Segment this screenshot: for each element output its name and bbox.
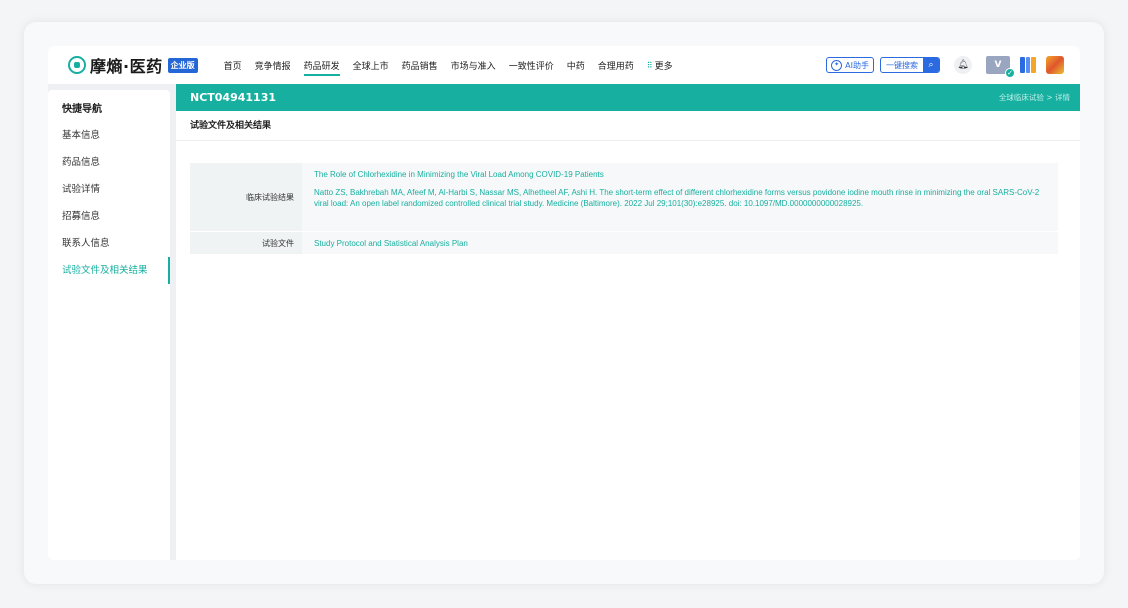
result-citation-link[interactable]: Natto ZS, Bakhrebah MA, Afeef M, Al-Harb… — [314, 187, 1046, 209]
app-window: 摩熵·医药 企业版 首页 竞争情报 药品研发 全球上市 药品销售 市场与准入 一… — [48, 46, 1080, 560]
ai-assistant-button[interactable]: ✦ AI助手 — [826, 57, 874, 73]
section-title: 试验文件及相关结果 — [176, 111, 1080, 141]
app-launcher-icon[interactable] — [1046, 56, 1064, 74]
edition-badge: 企业版 — [167, 57, 198, 73]
logo-text: 摩熵·医药 — [90, 57, 163, 76]
main-nav: 首页 竞争情报 药品研发 全球上市 药品销售 市场与准入 一致性评价 中药 合理… — [224, 46, 686, 84]
logo[interactable]: 摩熵·医药 企业版 — [68, 53, 198, 77]
document-link[interactable]: Study Protocol and Statistical Analysis … — [314, 238, 1046, 249]
quick-search[interactable]: 一键搜索 ⌕ — [880, 57, 940, 73]
row-label: 临床试验结果 — [190, 163, 302, 231]
main-content: NCT04941131 全球临床试验 > 详情 试验文件及相关结果 临床试验结果… — [176, 84, 1080, 560]
sidebar-title: 快捷导航 — [62, 104, 102, 115]
nav-item-home[interactable]: 首页 — [224, 46, 242, 84]
sidebar-item-recruitment[interactable]: 招募信息 — [48, 203, 170, 230]
grid-dots-icon: ⠿ — [646, 60, 653, 70]
row-value: Study Protocol and Statistical Analysis … — [302, 232, 1058, 254]
avatar[interactable]: V ✓ — [986, 56, 1015, 78]
ai-icon: ✦ — [831, 59, 843, 71]
nav-item-drug-rd[interactable]: 药品研发 — [303, 46, 340, 84]
trial-title-bar: NCT04941131 全球临床试验 > 详情 — [176, 84, 1080, 111]
result-title-link[interactable]: The Role of Chlorhexidine in Minimizing … — [314, 169, 1046, 180]
quick-search-label: 一键搜索 — [886, 60, 918, 70]
documents-results-table: 临床试验结果 The Role of Chlorhexidine in Mini… — [190, 163, 1058, 255]
quick-nav-sidebar: 快捷导航 基本信息 药品信息 试验详情 招募信息 联系人信息 试验文件及相关结果 — [48, 90, 170, 560]
bell-icon[interactable]: 🔔︎ — [954, 56, 972, 74]
sidebar-item-drug-info[interactable]: 药品信息 — [48, 149, 170, 176]
table-row: 临床试验结果 The Role of Chlorhexidine in Mini… — [190, 163, 1058, 231]
sidebar-item-contacts[interactable]: 联系人信息 — [48, 230, 170, 257]
nav-item-competitive-intel[interactable]: 竞争情报 — [255, 46, 291, 84]
sidebar-item-basic-info[interactable]: 基本信息 — [48, 122, 170, 149]
nav-item-market-access[interactable]: 市场与准入 — [451, 46, 496, 84]
sidebar-item-trial-details[interactable]: 试验详情 — [48, 176, 170, 203]
table-row: 试验文件 Study Protocol and Statistical Anal… — [190, 232, 1058, 254]
sidebar-item-documents-results[interactable]: 试验文件及相关结果 — [48, 257, 170, 284]
verified-check-icon: ✓ — [1005, 68, 1015, 78]
book-icon[interactable] — [1020, 57, 1037, 73]
trial-id: NCT04941131 — [190, 91, 277, 104]
logo-mark-icon — [68, 56, 86, 74]
row-label: 试验文件 — [190, 232, 302, 254]
row-value: The Role of Chlorhexidine in Minimizing … — [302, 163, 1058, 231]
nav-item-tcm[interactable]: 中药 — [567, 46, 585, 84]
top-header: 摩熵·医药 企业版 首页 竞争情报 药品研发 全球上市 药品销售 市场与准入 一… — [48, 46, 1080, 84]
nav-item-rational-use[interactable]: 合理用药 — [598, 46, 634, 84]
header-actions: ✦ AI助手 一键搜索 ⌕ 🔔︎ V ✓ — [826, 46, 1064, 84]
nav-more-label: 更多 — [654, 61, 673, 72]
nav-item-global-launch[interactable]: 全球上市 — [353, 46, 389, 84]
nav-item-more[interactable]: ⠿ 更多 — [647, 46, 673, 84]
search-icon[interactable]: ⌕ — [923, 58, 939, 72]
breadcrumb[interactable]: 全球临床试验 > 详情 — [999, 92, 1070, 103]
ai-button-label: AI助手 — [845, 60, 869, 70]
nav-item-drug-sales[interactable]: 药品销售 — [402, 46, 438, 84]
nav-item-consistency-eval[interactable]: 一致性评价 — [509, 46, 554, 84]
